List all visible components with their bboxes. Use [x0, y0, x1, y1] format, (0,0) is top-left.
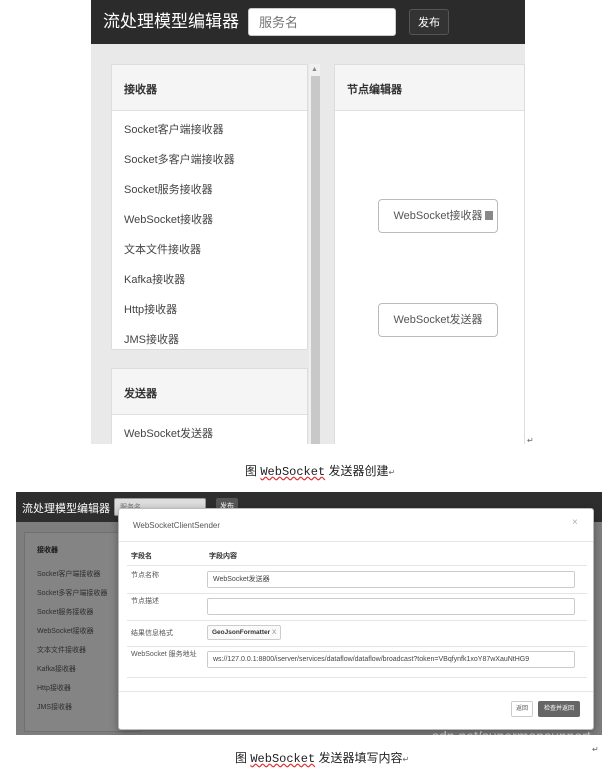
node-output-handle-icon[interactable]	[485, 211, 493, 220]
node-editor-title: 节点编辑器	[347, 84, 402, 96]
sender-item[interactable]: WebSocket发送器	[124, 425, 213, 441]
field-label-result-format: 结果信息格式	[131, 630, 173, 637]
figure-caption-1: 图 WebSocket 发送器创建↵	[245, 463, 395, 481]
divider	[127, 677, 587, 678]
publish-button[interactable]: 发布	[409, 9, 449, 35]
node-name-field[interactable]: WebSocket发送器	[207, 571, 575, 588]
field-label-ws-url: WebSocket 服务地址	[131, 651, 197, 658]
result-format-value: GeoJsonFormatter	[212, 629, 271, 636]
receiver-item[interactable]: Kafka接收器	[124, 271, 185, 287]
result-format-tag[interactable]: GeoJsonFormatter X	[207, 625, 282, 640]
column-header-content: 字段内容	[209, 553, 237, 560]
sender-config-dialog: WebSocketClientSender × 字段名 字段内容 节点名称 We…	[118, 508, 594, 730]
receivers-panel: 接收器 Socket客户端接收器 Socket多客户端接收器 Socket服务接…	[111, 64, 308, 350]
caption-suffix: 发送器创建	[325, 464, 389, 478]
return-mark-icon: ↵	[592, 745, 599, 754]
app-title: 流处理模型编辑器	[103, 12, 239, 31]
service-name-input[interactable]	[248, 8, 396, 36]
palette-scrollbar-thumb[interactable]	[311, 76, 320, 444]
receiver-item[interactable]: JMS接收器	[124, 331, 179, 347]
column-header-field: 字段名	[131, 553, 152, 560]
app-title: 流处理模型编辑器	[22, 503, 110, 515]
divider	[127, 620, 587, 621]
receiver-item[interactable]: Http接收器	[124, 301, 177, 317]
caption-highlight: WebSocket	[250, 752, 316, 766]
return-mark-icon: ↵	[388, 468, 396, 477]
check-and-return-button[interactable]: 检查并返回	[538, 701, 580, 717]
node-editor-header: 节点编辑器	[335, 65, 524, 111]
back-button[interactable]: 返回	[511, 701, 533, 717]
field-label-node-name: 节点名称	[131, 572, 159, 579]
node-websocket-sender[interactable]: WebSocket发送器	[378, 303, 498, 337]
receivers-panel-title: 接收器	[124, 84, 157, 96]
senders-panel-header: 发送器	[112, 369, 307, 415]
field-label-node-desc: 节点描述	[131, 598, 159, 605]
receiver-item[interactable]: Socket客户端接收器	[124, 121, 224, 137]
return-mark-icon: ↵	[402, 755, 410, 764]
caption-highlight: WebSocket	[260, 465, 326, 479]
caption-prefix: 图	[235, 751, 251, 765]
divider	[127, 565, 587, 566]
footer-divider	[119, 691, 593, 692]
dialog-title: WebSocketClientSender	[133, 521, 221, 530]
return-mark-icon: ↵	[527, 436, 534, 445]
screenshot-fill-sender: 流处理模型编辑器 发布 接收器 Socket客户端接收器 Socket多客户端接…	[16, 492, 602, 735]
node-label: WebSocket接收器	[393, 210, 483, 222]
caption-prefix: 图	[245, 464, 261, 478]
watermark-text: sdn.net/supermapsupport	[432, 728, 591, 744]
figure-caption-2: 图 WebSocket 发送器填写内容↵	[235, 750, 409, 768]
scroll-up-arrow-icon[interactable]: ▲	[311, 66, 318, 73]
receiver-item[interactable]: WebSocket接收器	[124, 211, 213, 227]
websocket-url-field[interactable]: ws://127.0.0.1:8800/iserver/services/dat…	[207, 651, 575, 668]
senders-panel-title: 发送器	[124, 388, 157, 400]
receiver-item[interactable]: Socket服务接收器	[124, 181, 213, 197]
close-icon[interactable]: ×	[572, 517, 578, 528]
node-label: WebSocket发送器	[393, 314, 483, 326]
senders-panel: 发送器 WebSocket发送器	[111, 368, 308, 444]
receiver-item[interactable]: Socket多客户端接收器	[124, 151, 235, 167]
screenshot-create-sender: 流处理模型编辑器 发布 接收器 Socket客户端接收器 Socket多客户端接…	[91, 0, 525, 444]
divider	[127, 646, 587, 647]
node-description-field[interactable]	[207, 598, 575, 615]
tag-remove-icon[interactable]: X	[272, 629, 276, 636]
receiver-item[interactable]: 文本文件接收器	[124, 241, 201, 257]
divider	[127, 593, 587, 594]
caption-suffix: 发送器填写内容	[315, 751, 403, 765]
node-editor-panel: 节点编辑器 WebSocket接收器 WebSocket发送器	[334, 64, 525, 444]
receivers-panel-header: 接收器	[112, 65, 307, 111]
node-websocket-receiver[interactable]: WebSocket接收器	[378, 199, 498, 233]
divider	[119, 541, 593, 542]
